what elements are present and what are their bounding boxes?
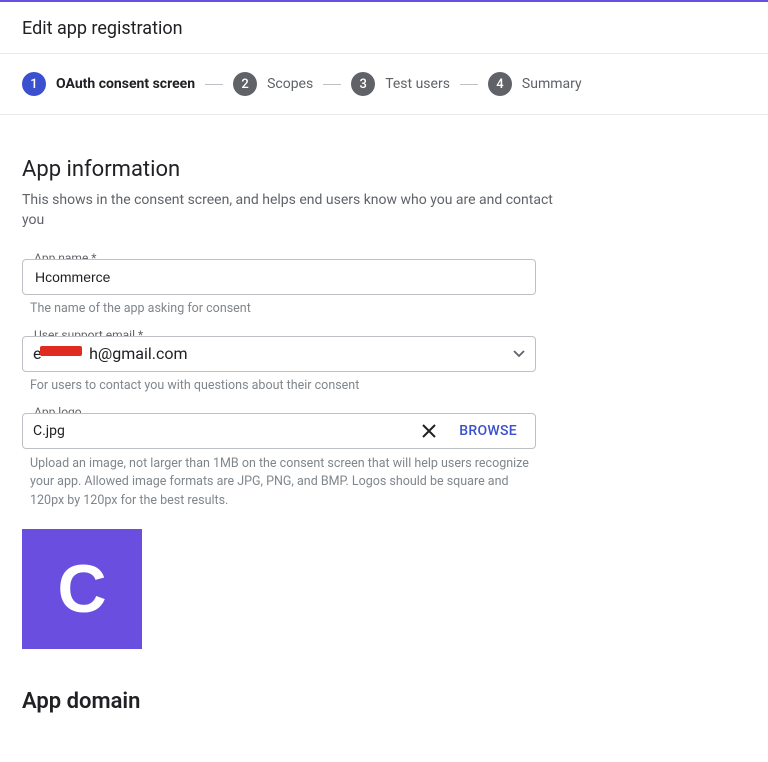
field-app-name: App name * The name of the app asking fo… [22,259,536,316]
step-separator [205,84,223,85]
step-oauth-consent[interactable]: 1 OAuth consent screen [22,72,195,96]
step-badge: 4 [488,72,512,96]
step-summary[interactable]: 4 Summary [488,72,582,96]
helper-app-name: The name of the app asking for consent [30,301,536,316]
support-email-select[interactable]: exxxxxxh@gmail.com [22,336,536,372]
step-separator [460,84,478,85]
step-badge: 1 [22,72,46,96]
step-badge: 2 [233,72,257,96]
content: App information This shows in the consen… [0,115,768,762]
redaction-mask [40,346,82,356]
step-label: OAuth consent screen [56,76,195,92]
app-name-input[interactable] [33,268,525,286]
logo-filename: C.jpg [33,423,407,439]
helper-app-logo: Upload an image, not larger than 1MB on … [30,455,536,511]
section-sub-app-info: This shows in the consent screen, and he… [22,190,562,231]
step-label: Summary [522,76,582,92]
close-icon [420,422,438,440]
support-email-value: exxxxxxh@gmail.com [33,344,188,363]
helper-support-email: For users to contact you with questions … [30,378,536,393]
clear-logo-button[interactable] [415,417,443,445]
step-separator [323,84,341,85]
section-title-app-info: App information [22,157,746,182]
browse-button[interactable]: BROWSE [451,423,525,439]
chevron-down-icon [513,350,525,358]
stepper: 1 OAuth consent screen 2 Scopes 3 Test u… [0,54,768,115]
field-app-logo: App logo C.jpg BROWSE Upload an image, n… [22,413,536,511]
logo-preview-letter: C [57,550,106,628]
logo-preview: C [22,529,142,649]
email-suffix: h@gmail.com [89,344,187,363]
outline-app-name [22,259,536,295]
field-support-email: User support email * exxxxxxh@gmail.com … [22,336,536,393]
page-title: Edit app registration [0,2,768,54]
section-title-app-domain: App domain [22,689,746,714]
step-label: Test users [385,76,450,92]
step-badge: 3 [351,72,375,96]
outline-app-logo: C.jpg BROWSE [22,413,536,449]
step-scopes[interactable]: 2 Scopes [233,72,313,96]
step-test-users[interactable]: 3 Test users [351,72,450,96]
step-label: Scopes [267,76,313,92]
